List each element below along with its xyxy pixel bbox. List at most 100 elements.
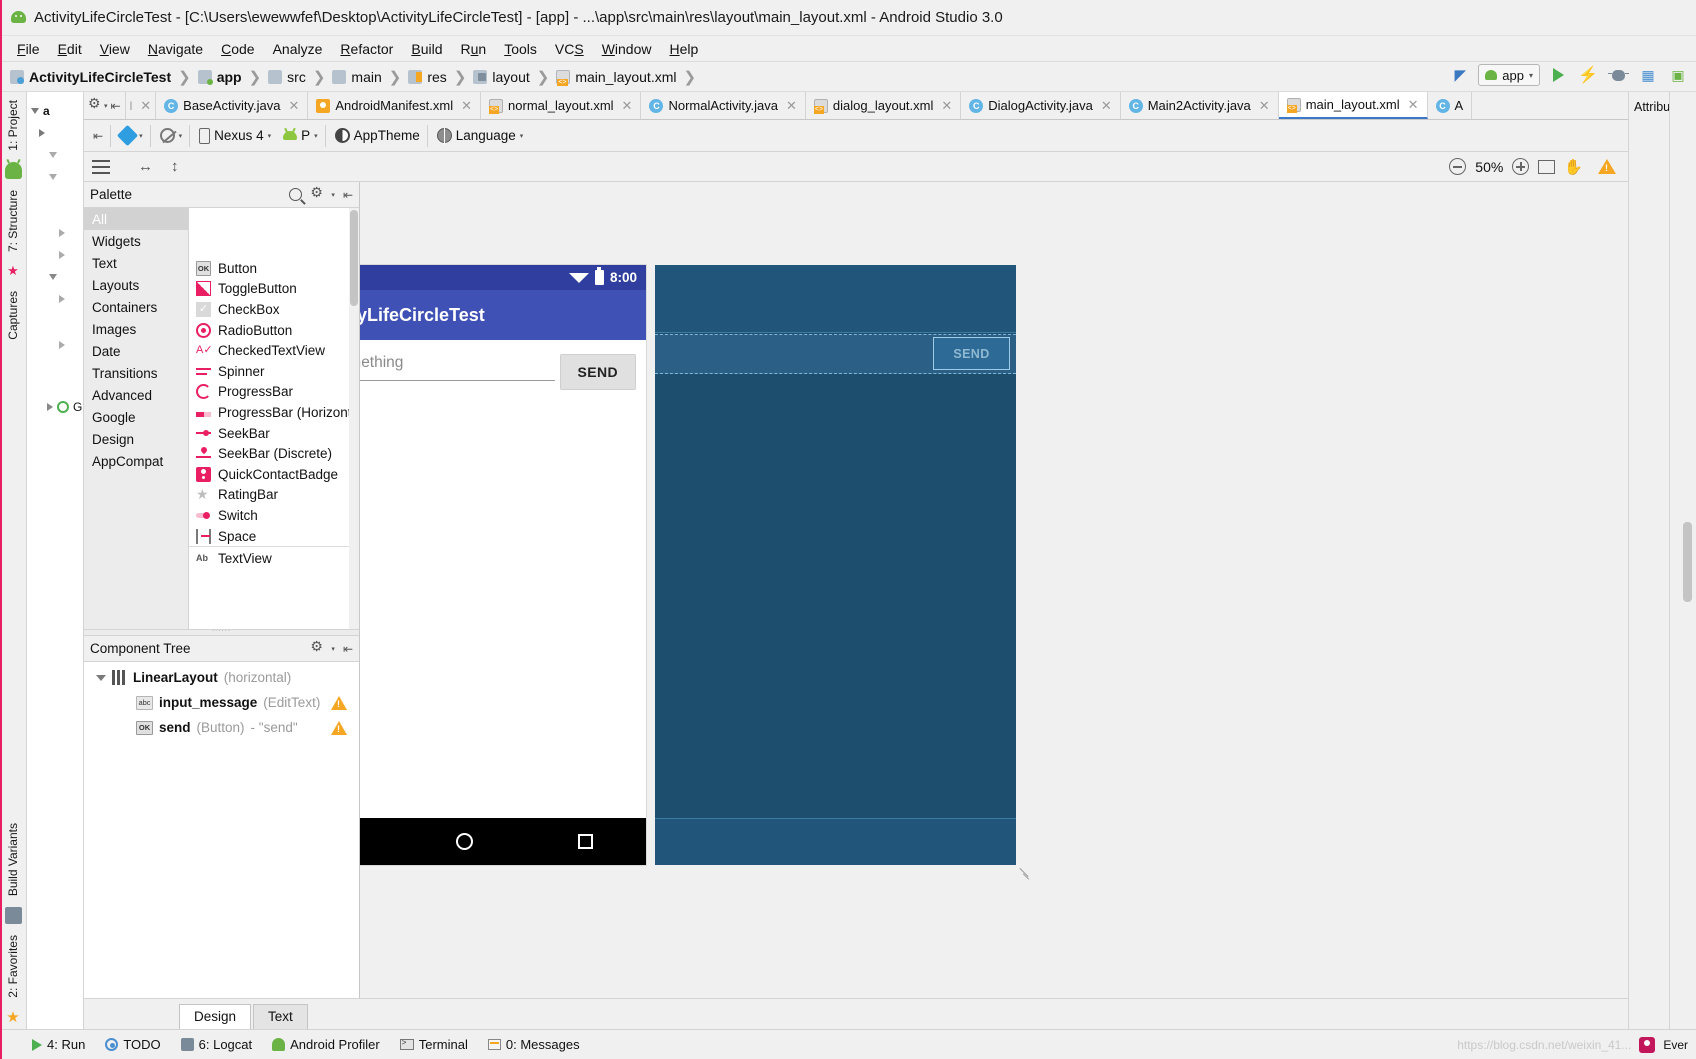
statusbar-logcat[interactable]: 6: Logcat xyxy=(180,1037,252,1052)
zoom-to-fit-icon[interactable] xyxy=(1538,159,1556,174)
project-row[interactable] xyxy=(27,144,83,166)
menu-analyze[interactable]: Analyze xyxy=(264,39,332,59)
editor-tab-dialogactivity[interactable]: C DialogActivity.java ✕ xyxy=(961,92,1121,119)
breadcrumb-item-app[interactable]: app xyxy=(197,69,242,85)
sidebar-tab-project[interactable]: 1: Project xyxy=(3,92,23,159)
gear-icon[interactable] xyxy=(88,95,101,112)
chevron-down-icon[interactable]: ▾ xyxy=(104,102,108,110)
palette-category-images[interactable]: Images xyxy=(84,318,188,340)
tab-text[interactable]: Text xyxy=(253,1004,308,1029)
menu-code[interactable]: Code xyxy=(212,39,263,59)
palette-item-ratingbar[interactable]: ★ RatingBar xyxy=(189,485,359,506)
menu-file[interactable]: File xyxy=(8,39,49,59)
palette-category-appcompat[interactable]: AppCompat xyxy=(84,450,188,472)
palette-category-advanced[interactable]: Advanced xyxy=(84,384,188,406)
gear-icon[interactable] xyxy=(310,638,323,655)
tree-node-send[interactable]: OK send (Button) - "send" xyxy=(84,715,359,740)
run-button[interactable] xyxy=(1546,64,1570,86)
collapse-panel-icon[interactable]: ⇤ xyxy=(93,129,103,143)
collapse-all-icon[interactable]: ⇤ xyxy=(111,99,121,113)
nav-home-icon[interactable] xyxy=(455,833,473,850)
close-icon[interactable]: ✕ xyxy=(461,98,472,114)
statusbar-terminal[interactable]: Terminal xyxy=(399,1037,468,1052)
palette-scroll-thumb[interactable] xyxy=(350,210,358,306)
orientation-selector[interactable]: ▾ xyxy=(153,124,191,147)
warning-triangle-icon[interactable] xyxy=(331,695,347,710)
editor-tab-normal-layout[interactable]: normal_layout.xml ✕ xyxy=(481,92,642,119)
avd-manager-button[interactable]: ▣ xyxy=(1666,64,1690,86)
chevron-down-icon[interactable]: ▾ xyxy=(179,132,183,140)
zoom-in-icon[interactable] xyxy=(1512,158,1530,175)
close-icon[interactable]: ✕ xyxy=(288,98,299,114)
editor-tab-main2activity[interactable]: C Main2Activity.java ✕ xyxy=(1120,92,1279,119)
statusbar-run[interactable]: 4: Run xyxy=(32,1037,85,1052)
close-icon[interactable]: ✕ xyxy=(941,98,952,114)
close-icon[interactable]: ✕ xyxy=(1101,98,1112,114)
close-icon[interactable]: ✕ xyxy=(140,98,151,114)
project-row[interactable] xyxy=(27,266,83,288)
chevron-down-icon[interactable]: ▾ xyxy=(314,132,318,140)
breadcrumb-item-src[interactable]: src xyxy=(268,69,306,85)
editor-tab-baseactivity[interactable]: C BaseActivity.java ✕ xyxy=(156,92,309,119)
project-row[interactable] xyxy=(27,122,83,144)
menu-window[interactable]: Window xyxy=(593,39,661,59)
breadcrumb-item-res[interactable]: res xyxy=(408,69,447,85)
close-icon[interactable]: ✕ xyxy=(1408,97,1419,113)
collapse-all-icon[interactable]: ⇤ xyxy=(343,188,353,202)
project-row[interactable] xyxy=(27,166,83,188)
chevron-down-icon[interactable]: ▾ xyxy=(520,132,524,140)
horizontal-constraint-icon[interactable]: ↔ xyxy=(138,158,153,175)
statusbar-right-label[interactable]: Ever xyxy=(1663,1038,1688,1052)
sidebar-tab-captures[interactable]: Captures xyxy=(3,283,23,348)
palette-item-switch[interactable]: Switch xyxy=(189,505,359,526)
tab-design[interactable]: Design xyxy=(179,1004,252,1029)
palette-category-date[interactable]: Date xyxy=(84,340,188,362)
sidebar-tab-build-variants[interactable]: Build Variants xyxy=(3,815,23,904)
blueprint-preview[interactable]: SEND xyxy=(655,265,1016,865)
blueprint-send-button[interactable]: SEND xyxy=(933,337,1010,370)
palette-scrollbar[interactable] xyxy=(349,208,359,629)
menu-help[interactable]: Help xyxy=(661,39,708,59)
avatar-icon[interactable] xyxy=(1639,1036,1656,1053)
palette-item-button[interactable]: OK Button xyxy=(189,258,359,279)
design-canvas[interactable]: 8:00 ActivityLifeCircleTest Type somethi… xyxy=(84,182,1628,998)
palette-category-containers[interactable]: Containers xyxy=(84,296,188,318)
palette-category-transitions[interactable]: Transitions xyxy=(84,362,188,384)
close-icon[interactable]: ✕ xyxy=(786,98,797,114)
statusbar-messages[interactable]: 0: Messages xyxy=(487,1037,580,1052)
editor-tab-tools[interactable]: ▾ ⇤ xyxy=(84,92,126,119)
warning-triangle-icon[interactable] xyxy=(1598,159,1616,174)
apply-changes-button[interactable]: ⚡ xyxy=(1576,64,1600,86)
device-selector[interactable]: Nexus 4 ▾ P ▾ xyxy=(192,124,326,147)
hamburger-menu-icon[interactable] xyxy=(92,159,110,174)
editor-tab-main-layout[interactable]: main_layout.xml ✕ xyxy=(1278,92,1428,119)
palette-item-space[interactable]: Space xyxy=(189,526,359,547)
tree-node-input-message[interactable]: abc input_message (EditText) xyxy=(84,690,359,715)
gear-icon[interactable] xyxy=(310,184,323,201)
vertical-constraint-icon[interactable]: ↕ xyxy=(171,158,179,175)
nav-recents-icon[interactable] xyxy=(578,834,594,849)
toolbar-collapse-group[interactable]: ⇤ xyxy=(86,124,112,147)
menu-refactor[interactable]: Refactor xyxy=(331,39,402,59)
palette-item-quickcontactbadge[interactable]: QuickContactBadge xyxy=(189,464,359,485)
close-icon[interactable]: ✕ xyxy=(622,98,633,114)
palette-item-spinner[interactable]: Spinner xyxy=(189,361,359,382)
chevron-down-icon[interactable]: ▾ xyxy=(268,132,272,140)
palette-category-layouts[interactable]: Layouts xyxy=(84,274,188,296)
palette-item-seekbar[interactable]: SeekBar xyxy=(189,423,359,444)
editor-tab-partial[interactable]: l ✕ xyxy=(125,92,157,119)
warning-triangle-icon[interactable] xyxy=(331,720,347,735)
project-row[interactable]: a xyxy=(27,100,83,122)
palette-item-textview[interactable]: Ab TextView xyxy=(189,546,359,567)
component-tree-body[interactable]: LinearLayout (horizontal) abc input_mess… xyxy=(84,662,359,998)
project-row[interactable] xyxy=(27,288,83,310)
menu-tools[interactable]: Tools xyxy=(495,39,546,59)
chevron-down-icon[interactable]: ▾ xyxy=(331,645,335,653)
menu-vcs[interactable]: VCS xyxy=(546,39,593,59)
zoom-out-icon[interactable] xyxy=(1449,158,1467,175)
tree-node-linearlayout[interactable]: LinearLayout (horizontal) xyxy=(84,665,359,690)
project-tree-column[interactable]: a G xyxy=(27,92,84,1029)
chevron-down-icon[interactable]: ▾ xyxy=(139,132,143,140)
breadcrumb-item-file[interactable]: main_layout.xml xyxy=(556,69,676,86)
statusbar-todo[interactable]: TODO xyxy=(105,1037,161,1052)
